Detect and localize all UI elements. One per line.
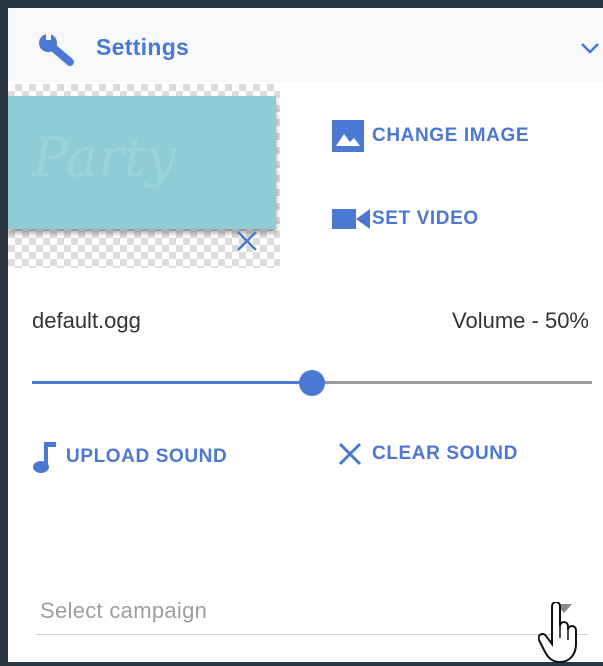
settings-panel: Settings Party CHANGE IMAGE SET VIDEO de… bbox=[8, 8, 603, 664]
upload-sound-button[interactable]: UPLOAD SOUND bbox=[32, 440, 227, 474]
image-preview: Party bbox=[8, 84, 280, 268]
music-note-icon bbox=[33, 442, 56, 473]
change-image-label: CHANGE IMAGE bbox=[372, 125, 530, 146]
video-camera-icon bbox=[332, 209, 370, 229]
hand-cursor-icon bbox=[538, 602, 577, 664]
wrench-icon bbox=[39, 32, 74, 66]
campaign-placeholder: Select campaign bbox=[40, 598, 208, 623]
campaign-select[interactable]: Select campaign bbox=[36, 588, 588, 635]
clear-sound-label: CLEAR SOUND bbox=[372, 443, 518, 464]
preview-image: Party bbox=[8, 96, 276, 229]
clear-sound-button[interactable]: CLEAR SOUND bbox=[336, 440, 518, 468]
volume-label: Volume - 50% bbox=[452, 308, 589, 333]
preview-watermark: Party bbox=[32, 126, 177, 189]
chevron-down-icon[interactable] bbox=[580, 40, 600, 56]
volume-slider[interactable] bbox=[32, 368, 592, 398]
upload-sound-label: UPLOAD SOUND bbox=[66, 446, 228, 467]
volume-slider-thumb[interactable] bbox=[299, 370, 325, 396]
set-video-button[interactable]: SET VIDEO bbox=[330, 206, 479, 232]
image-icon bbox=[332, 120, 364, 152]
change-image-button[interactable]: CHANGE IMAGE bbox=[330, 118, 529, 154]
sound-file-name: default.ogg bbox=[32, 308, 141, 333]
set-video-label: SET VIDEO bbox=[372, 208, 479, 229]
close-icon bbox=[338, 442, 362, 466]
remove-image-close-icon[interactable] bbox=[234, 228, 260, 254]
settings-title: Settings bbox=[96, 34, 190, 60]
settings-header[interactable]: Settings bbox=[8, 8, 603, 82]
volume-slider-fill bbox=[32, 381, 312, 384]
